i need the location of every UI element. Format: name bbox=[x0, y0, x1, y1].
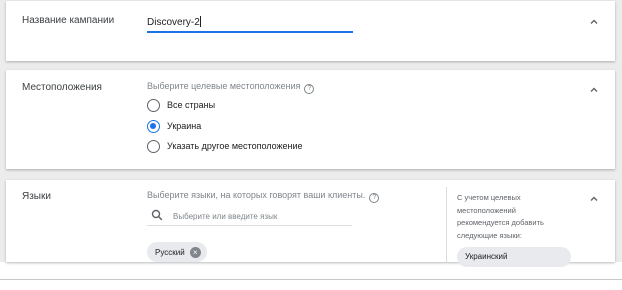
radio-all-countries[interactable]: Все страны bbox=[147, 98, 215, 112]
locations-section: Местоположения Выберите целевые местопол… bbox=[6, 70, 615, 169]
recommended-language-chip[interactable]: Украинский bbox=[457, 247, 571, 267]
search-icon bbox=[151, 208, 163, 221]
chip-label: Русский bbox=[155, 247, 185, 257]
language-chip-russian: Русский × bbox=[147, 242, 207, 262]
language-search-input[interactable] bbox=[173, 209, 348, 223]
chevron-up-icon[interactable] bbox=[589, 17, 599, 27]
radio-label: Все страны bbox=[167, 100, 216, 110]
recommendation-text: С учетом целевых местоположений рекоменд… bbox=[457, 193, 544, 240]
radio-label: Украина bbox=[167, 121, 202, 131]
section-title-languages: Языки bbox=[22, 191, 51, 202]
locations-helper-text: Выберите целевые местоположения? bbox=[147, 81, 315, 94]
vertical-divider bbox=[446, 187, 447, 262]
locations-helper-label: Выберите целевые местоположения bbox=[147, 81, 301, 91]
chevron-up-icon[interactable] bbox=[589, 194, 599, 204]
campaign-name-value: Discovery-2 bbox=[147, 17, 200, 28]
close-circle-icon[interactable]: × bbox=[189, 246, 201, 258]
languages-section: Языки Выберите языки, на которых говорят… bbox=[6, 180, 615, 267]
section-title-locations: Местоположения bbox=[22, 82, 102, 93]
radio-button-checked[interactable] bbox=[147, 119, 160, 133]
radio-other-location[interactable]: Указать другое местоположение bbox=[147, 139, 303, 153]
divider bbox=[0, 279, 622, 280]
help-circle-icon[interactable]: ? bbox=[369, 193, 380, 203]
languages-helper-label: Выберите языки, на которых говорят ваши … bbox=[147, 190, 366, 200]
radio-ukraine[interactable]: Украина bbox=[147, 119, 201, 133]
campaign-name-input[interactable]: Discovery-2 bbox=[147, 16, 201, 28]
chevron-up-icon[interactable] bbox=[589, 85, 599, 95]
help-circle-icon[interactable]: ? bbox=[304, 84, 315, 94]
radio-label: Указать другое местоположение bbox=[167, 141, 303, 151]
language-search-field[interactable] bbox=[147, 207, 352, 226]
campaign-name-field[interactable]: Discovery-2 bbox=[147, 11, 353, 33]
languages-helper-text: Выберите языки, на которых говорят ваши … bbox=[147, 190, 380, 203]
section-title-campaign-name: Название кампании bbox=[22, 15, 115, 26]
text-caret bbox=[199, 16, 201, 27]
radio-button[interactable] bbox=[147, 139, 160, 153]
campaign-name-section: Название кампании Discovery-2 bbox=[6, 1, 615, 61]
radio-button[interactable] bbox=[147, 98, 160, 112]
